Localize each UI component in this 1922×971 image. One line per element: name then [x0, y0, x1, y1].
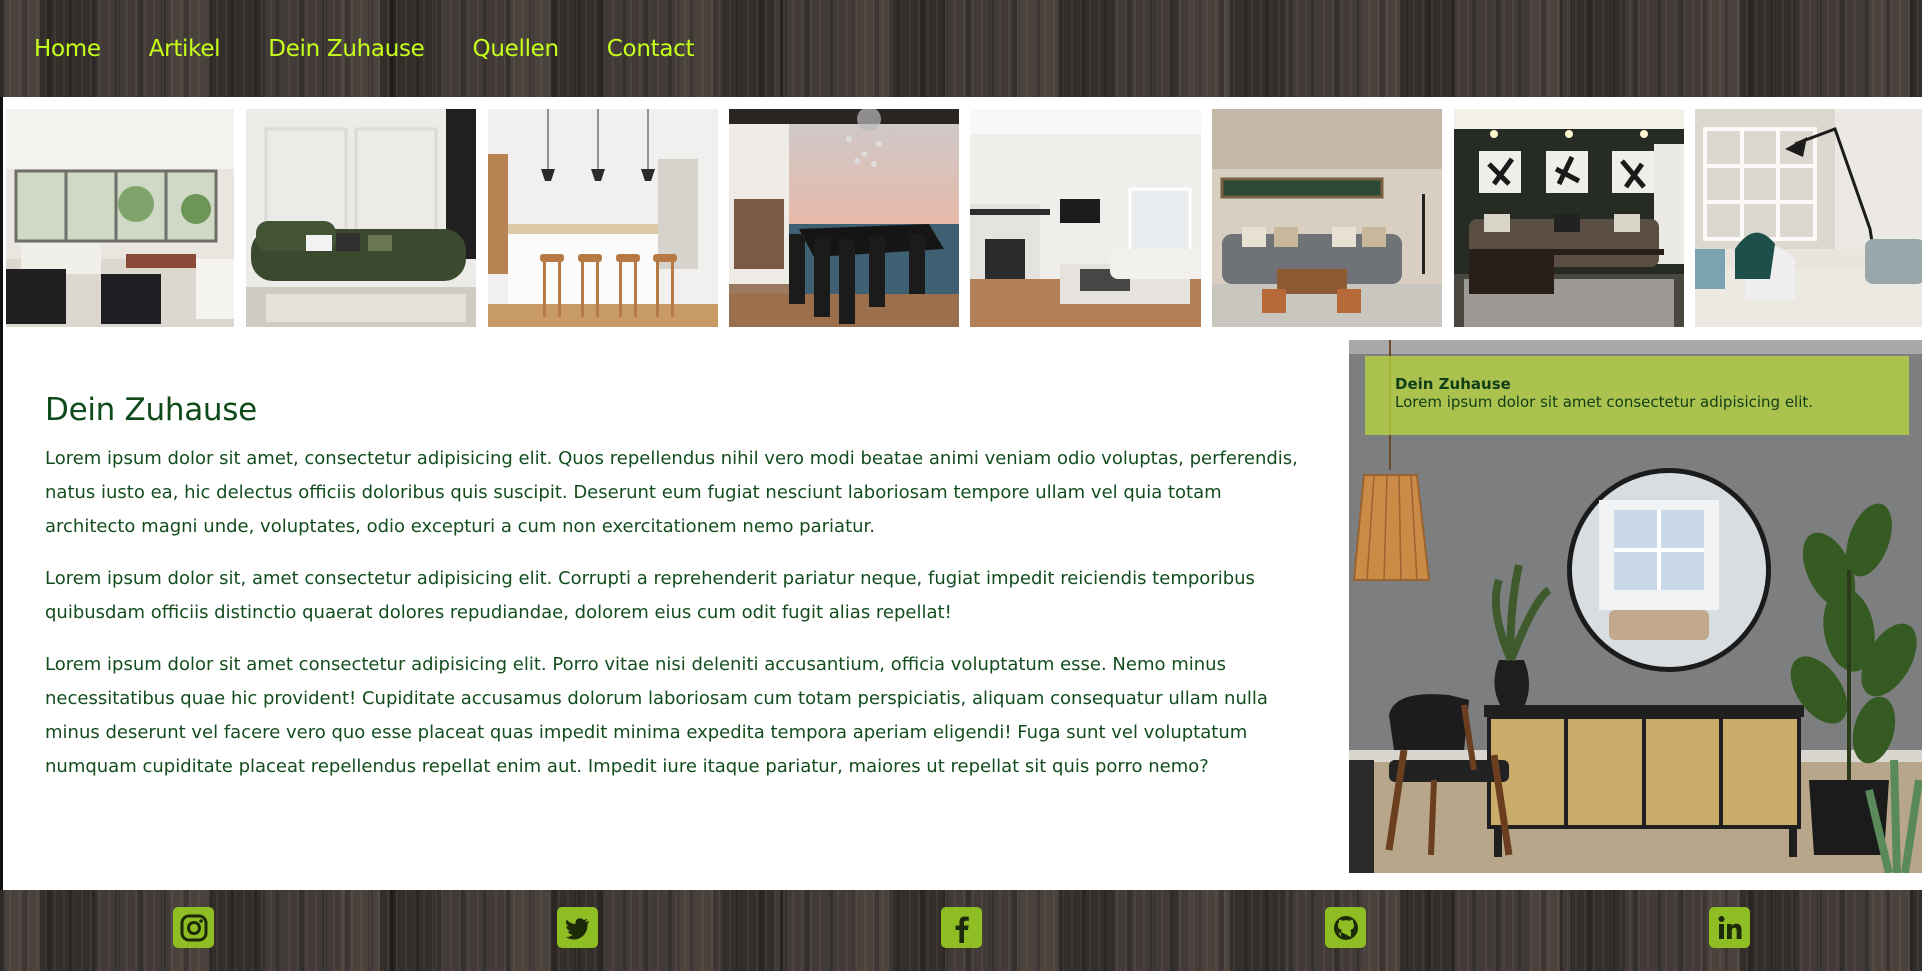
- article-paragraph: Lorem ipsum dolor sit amet, consectetur …: [45, 448, 1298, 537]
- article-paragraph: Lorem ipsum dolor sit amet consectetur a…: [45, 654, 1268, 777]
- gallery-image-loft-lounge[interactable]: [1695, 109, 1922, 327]
- article-title: Dein Zuhause: [45, 392, 257, 428]
- caption-text: Lorem ipsum dolor sit amet consectetur a…: [1395, 393, 1814, 411]
- caption-title: Dein Zuhause: [1395, 375, 1511, 393]
- gallery-image-fireplace[interactable]: [970, 109, 1201, 327]
- nav-link-dein-zuhause[interactable]: Dein Zuhause: [268, 36, 425, 62]
- gallery-image-living-room[interactable]: [6, 109, 234, 327]
- gallery-image-green-sofa[interactable]: [246, 109, 476, 327]
- feature-image-card: Dein Zuhause Lorem ipsum dolor sit amet …: [1349, 340, 1922, 873]
- gallery-image-kitchen[interactable]: [488, 109, 718, 327]
- twitter-icon[interactable]: [557, 907, 598, 948]
- github-icon[interactable]: [1325, 907, 1366, 948]
- gallery-image-grey-sofa[interactable]: [1212, 109, 1442, 327]
- image-gallery: [0, 97, 1922, 340]
- facebook-icon[interactable]: [941, 907, 982, 948]
- social-footer: [0, 890, 1922, 971]
- instagram-icon[interactable]: [173, 907, 214, 948]
- main-content: Dein Zuhause Lorem ipsum dolor sit amet,…: [0, 340, 1922, 890]
- nav-link-home[interactable]: Home: [34, 36, 101, 62]
- image-caption: Dein Zuhause Lorem ipsum dolor sit amet …: [1365, 356, 1909, 435]
- gallery-image-dark-lounge[interactable]: [1454, 109, 1684, 327]
- article: Dein Zuhause Lorem ipsum dolor sit amet,…: [45, 392, 1305, 802]
- nav-link-quellen[interactable]: Quellen: [473, 36, 560, 62]
- linkedin-icon[interactable]: [1709, 907, 1750, 948]
- article-paragraph: Lorem ipsum dolor sit, amet consectetur …: [45, 568, 1255, 623]
- nav-link-artikel[interactable]: Artikel: [149, 36, 221, 62]
- top-navigation: Home Artikel Dein Zuhause Quellen Contac…: [0, 0, 1922, 97]
- gallery-image-dining-room[interactable]: [729, 109, 959, 327]
- nav-link-contact[interactable]: Contact: [607, 36, 695, 62]
